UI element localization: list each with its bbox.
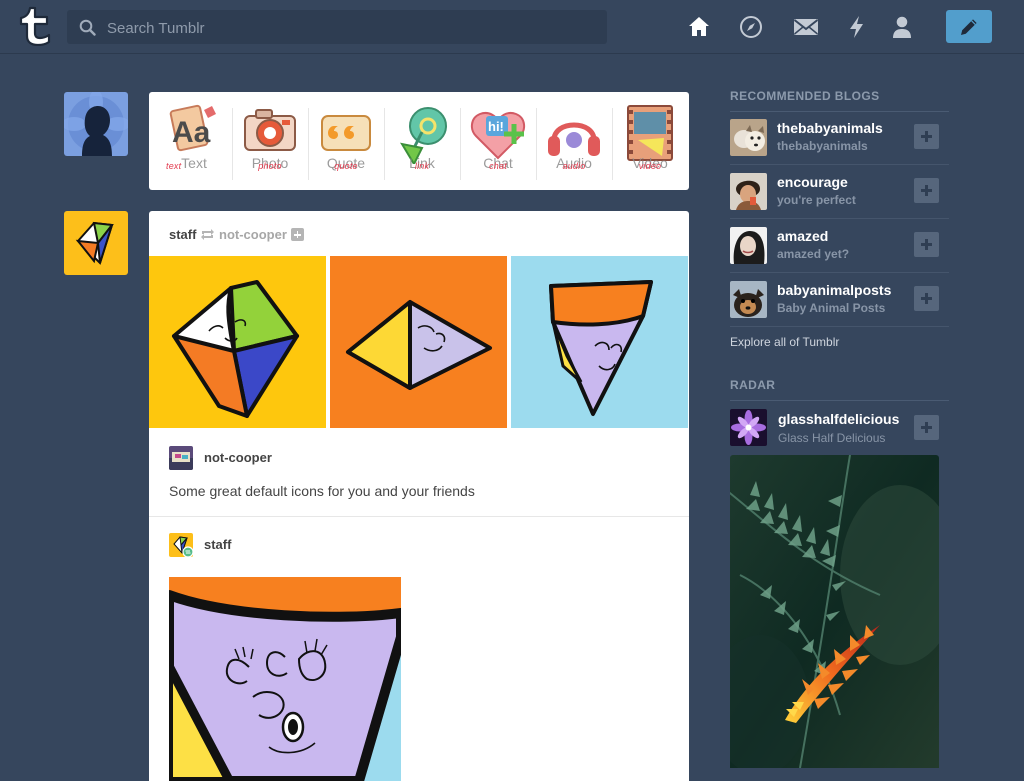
post-type-script: audio bbox=[562, 161, 586, 171]
radar-post-photo[interactable] bbox=[730, 455, 939, 768]
pencil-icon bbox=[961, 19, 977, 35]
recommended-blog-item[interactable]: encourage you're perfect bbox=[730, 165, 949, 219]
trail-text: Some great default icons for you and you… bbox=[169, 483, 475, 499]
blog-subtitle: amazed yet? bbox=[777, 247, 850, 261]
blog-name[interactable]: amazed bbox=[777, 228, 828, 244]
recommended-blog-item[interactable]: thebabyanimals thebabyanimals bbox=[730, 111, 949, 165]
blog-name[interactable]: encourage bbox=[777, 174, 848, 190]
blog-name[interactable]: babyanimalposts bbox=[777, 282, 891, 298]
trail-author-link[interactable]: staff bbox=[204, 537, 231, 552]
blog-name[interactable]: glasshalfdelicious bbox=[778, 411, 899, 427]
lightning-icon[interactable] bbox=[845, 15, 869, 39]
photo-kite-closeup[interactable] bbox=[169, 577, 401, 781]
follow-plus-icon[interactable] bbox=[914, 232, 939, 257]
quote-post-button[interactable]: Quote quote bbox=[308, 92, 384, 190]
photo-kite-orange[interactable] bbox=[330, 256, 507, 428]
radar-blog-item[interactable]: glasshalfdelicious Glass Half Delicious bbox=[730, 408, 949, 448]
staff-avatar[interactable] bbox=[64, 211, 128, 275]
photo-kite-blue[interactable] bbox=[511, 256, 688, 428]
reblog-icon bbox=[201, 229, 214, 240]
home-icon[interactable] bbox=[687, 15, 711, 39]
recommended-blog-item[interactable]: amazed amazed yet? bbox=[730, 219, 949, 273]
blog-subtitle: you're perfect bbox=[777, 193, 856, 207]
audio-post-button[interactable]: Audio audio bbox=[536, 92, 612, 190]
post-type-script: photo bbox=[258, 161, 282, 171]
post-type-script: text bbox=[166, 161, 182, 171]
photo-kite-yellow[interactable] bbox=[149, 256, 326, 428]
blog-subtitle: Glass Half Delicious bbox=[778, 431, 886, 445]
post-type-script: chat bbox=[489, 161, 507, 171]
envelope-icon[interactable] bbox=[793, 15, 819, 39]
blog-avatar[interactable] bbox=[730, 227, 767, 264]
search-input[interactable] bbox=[105, 10, 589, 46]
recommended-blogs-heading: RECOMMENDED BLOGS bbox=[730, 89, 949, 112]
blog-avatar[interactable] bbox=[730, 173, 767, 210]
post-header: staff not-cooper bbox=[169, 227, 304, 243]
text-post-button[interactable]: Aa Text text bbox=[156, 92, 232, 190]
follow-plus-icon[interactable] bbox=[914, 415, 939, 440]
search-bar[interactable] bbox=[67, 10, 607, 46]
blog-avatar[interactable] bbox=[730, 119, 767, 156]
blog-avatar[interactable] bbox=[730, 409, 767, 446]
compose-button[interactable] bbox=[946, 10, 992, 43]
link-post-button[interactable]: Link link bbox=[384, 92, 460, 190]
post-card: staff not-cooper not-cooper Some great d… bbox=[149, 211, 689, 781]
blog-name[interactable]: thebabyanimals bbox=[777, 120, 883, 136]
recommended-blog-item[interactable]: babyanimalposts Baby Animal Posts bbox=[730, 273, 949, 327]
person-icon[interactable] bbox=[891, 15, 915, 39]
explore-all-link[interactable]: Explore all of Tumblr bbox=[730, 335, 839, 349]
staff-avatar-small[interactable] bbox=[169, 533, 193, 557]
svg-text:hi!: hi! bbox=[488, 119, 504, 134]
search-icon bbox=[79, 19, 96, 36]
blog-subtitle: Baby Animal Posts bbox=[777, 301, 886, 315]
not-cooper-avatar[interactable] bbox=[169, 446, 193, 470]
divider bbox=[149, 516, 689, 517]
follow-plus-icon[interactable] bbox=[914, 178, 939, 203]
follow-plus-icon[interactable] bbox=[291, 228, 304, 241]
reblogged-from-link[interactable]: not-cooper bbox=[219, 227, 287, 242]
photo-post-button[interactable]: Photo photo bbox=[232, 92, 308, 190]
trail-author-link[interactable]: not-cooper bbox=[204, 450, 272, 465]
post-type-script: video bbox=[638, 161, 662, 171]
user-avatar[interactable] bbox=[64, 92, 128, 156]
svg-text:Aa: Aa bbox=[172, 116, 211, 149]
tumblr-logo-icon[interactable] bbox=[18, 6, 52, 47]
radar-heading: RADAR bbox=[730, 378, 949, 401]
post-type-script: link bbox=[414, 161, 430, 171]
post-type-bar: Aa Text text Photo photo Quote quote Lin… bbox=[149, 92, 689, 190]
blog-avatar[interactable] bbox=[730, 281, 767, 318]
compass-icon[interactable] bbox=[739, 15, 763, 39]
post-author-link[interactable]: staff bbox=[169, 227, 196, 242]
follow-plus-icon[interactable] bbox=[914, 124, 939, 149]
blog-subtitle: thebabyanimals bbox=[777, 139, 868, 153]
chat-post-button[interactable]: hi! Chat chat bbox=[460, 92, 536, 190]
video-post-button[interactable]: Video video bbox=[612, 92, 688, 190]
follow-plus-icon[interactable] bbox=[914, 286, 939, 311]
photoset bbox=[149, 256, 689, 428]
post-type-script: quote bbox=[334, 161, 358, 171]
top-bar bbox=[0, 0, 1024, 54]
